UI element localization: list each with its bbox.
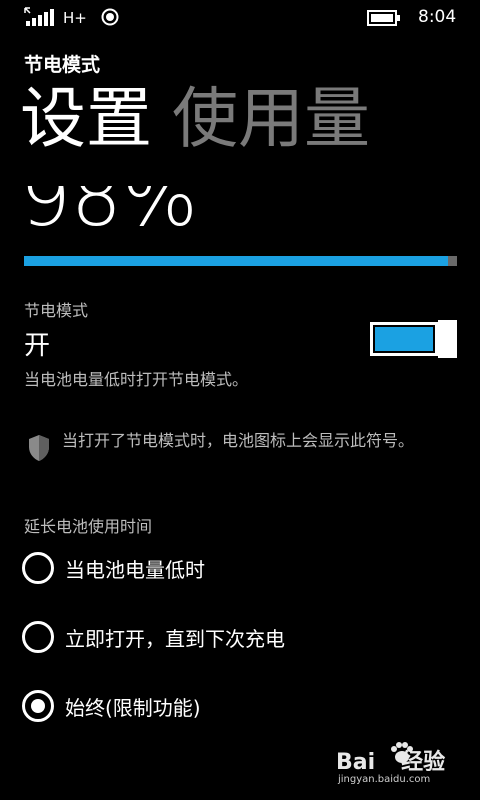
signal-strength-icon: [24, 7, 54, 26]
battery-icon: [367, 10, 400, 26]
option-always[interactable]: 始终(限制功能): [22, 690, 201, 722]
pivot-header: 设置 使用量: [20, 76, 370, 162]
battery-saver-note: 当打开了节电模式时，电池图标上会显示此符号。: [62, 431, 415, 450]
clock: 8:04: [418, 7, 457, 27]
status-bar: H+ 8:04: [0, 0, 480, 34]
tab-usage[interactable]: 使用量: [172, 76, 370, 162]
radio-label: 始终(限制功能): [65, 695, 201, 720]
battery-saver-label: 节电模式: [24, 301, 89, 320]
location-icon: [101, 8, 119, 26]
battery-percent-area: 98%: [0, 186, 480, 244]
option-until-next-charge[interactable]: 立即打开，直到下次充电: [22, 621, 285, 653]
radio-label: 立即打开，直到下次充电: [65, 626, 285, 651]
battery-level-bar: [24, 256, 457, 266]
network-type: H+: [63, 9, 87, 27]
radio-button[interactable]: [22, 552, 54, 584]
battery-percent: 98%: [20, 186, 198, 244]
radio-label: 当电池电量低时: [65, 557, 205, 582]
option-when-low[interactable]: 当电池电量低时: [22, 552, 205, 584]
shield-icon: [29, 435, 49, 461]
battery-level-fill: [24, 256, 449, 266]
baidu-watermark: Bai 经验 jingyan.baidu.com: [336, 742, 466, 794]
watermark-url: jingyan.baidu.com: [338, 774, 431, 785]
battery-saver-state: 开: [24, 331, 51, 361]
tab-settings[interactable]: 设置: [20, 76, 152, 162]
paw-icon: [391, 742, 413, 763]
battery-saver-toggle[interactable]: [370, 320, 457, 358]
toggle-fill: [375, 327, 433, 351]
toggle-thumb[interactable]: [438, 320, 457, 358]
app-title: 节电模式: [24, 54, 101, 76]
radio-button[interactable]: [22, 690, 54, 722]
radio-button[interactable]: [22, 621, 54, 653]
battery-saver-description: 当电池电量低时打开节电模式。: [24, 370, 249, 389]
extend-battery-label: 延长电池使用时间: [24, 517, 153, 536]
